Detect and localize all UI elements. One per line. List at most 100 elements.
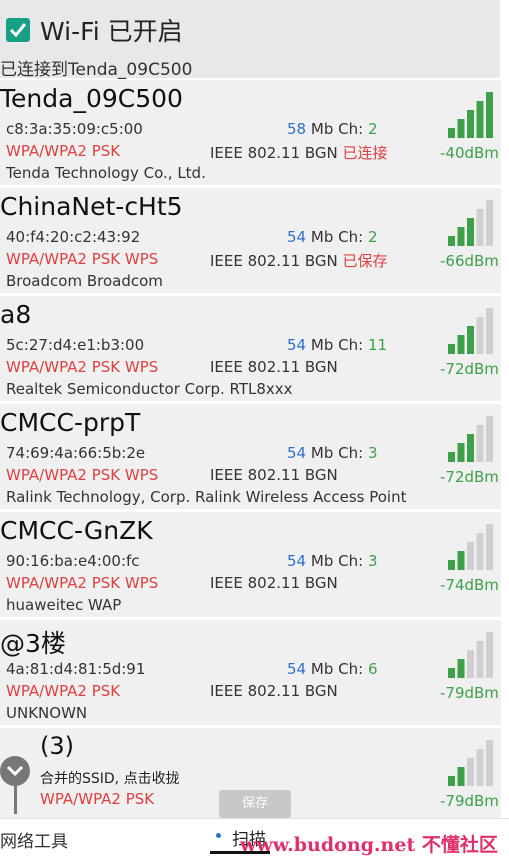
signal-dbm: -74dBm (440, 576, 499, 594)
signal-bar (476, 317, 484, 354)
signal-strength-icon (448, 632, 493, 678)
signal-bar (448, 344, 455, 354)
signal-dbm: -72dBm (440, 360, 499, 378)
wifi-header: Wi-Fi 已开启 已连接到Tenda_09C500 (0, 0, 500, 80)
signal-bar (448, 668, 455, 678)
mac-address: 90:16:ba:e4:00:fc (6, 552, 140, 570)
wifi-toggle[interactable]: Wi-Fi 已开启 (6, 12, 183, 48)
signal-bar (448, 128, 455, 138)
wifi-status-label: Wi-Fi 已开启 (40, 17, 183, 46)
ssid: @3楼 (0, 629, 66, 658)
link-speed: 58 Mb Ch: 2 (287, 120, 378, 138)
signal-strength-icon (448, 740, 493, 786)
network-row[interactable]: CMCC-GnZK 90:16:ba:e4:00:fc 54 Mb Ch: 3 … (0, 512, 501, 620)
signal-dbm: -79dBm (440, 684, 499, 702)
network-row[interactable]: a8 5c:27:d4:e1:b3:00 54 Mb Ch: 11 WPA/WP… (0, 296, 501, 404)
signal-bar (457, 551, 465, 570)
wifi-standard: IEEE 802.11 BGN (210, 358, 338, 376)
save-toast: 保存 (219, 790, 291, 818)
signal-bar (486, 524, 493, 570)
signal-strength-icon (448, 92, 493, 138)
link-speed: 54 Mb Ch: 6 (287, 660, 378, 678)
vendor: UNKNOWN (6, 704, 88, 722)
wifi-checkbox[interactable] (6, 18, 30, 42)
ssid: a8 (0, 300, 32, 329)
mac-address: c8:3a:35:09:c5:00 (6, 120, 143, 138)
signal-bar (457, 335, 465, 354)
signal-bar (476, 101, 484, 138)
signal-bar (486, 740, 493, 786)
ssid: Tenda_09C500 (0, 84, 183, 113)
signal-bar (457, 767, 465, 786)
signal-dbm: -66dBm (440, 252, 499, 270)
check-icon (9, 23, 27, 38)
signal-bar (476, 533, 484, 570)
vendor: huaweitec WAP (6, 596, 122, 614)
connection-state: 已连接 (342, 144, 388, 162)
signal-dbm: -79dBm (440, 792, 499, 810)
signal-bar (476, 749, 484, 786)
wifi-standard: IEEE 802.11 BGN (210, 466, 338, 484)
signal-bar (467, 326, 474, 354)
vendor: Broadcom Broadcom (6, 272, 163, 290)
signal-bar (448, 776, 455, 786)
vendor: Tenda Technology Co., Ltd. (6, 164, 206, 182)
link-speed: 54 Mb Ch: 2 (287, 228, 378, 246)
ssid: ChinaNet-cHt5 (0, 192, 183, 221)
signal-strength-icon (448, 416, 493, 462)
signal-bar (486, 632, 493, 678)
mac-address: 40:f4:20:c2:43:92 (6, 228, 141, 246)
security-type: WPA/WPA2 PSK WPS (6, 250, 159, 268)
mac-address: 74:69:4a:66:5b:2e (6, 444, 146, 462)
network-row[interactable]: CMCC-prpT 74:69:4a:66:5b:2e 54 Mb Ch: 3 … (0, 404, 501, 512)
signal-bar (486, 92, 493, 138)
signal-strength-icon (448, 524, 493, 570)
signal-bar (467, 218, 474, 246)
vendor: Ralink Technology, Corp. Ralink Wireless… (6, 488, 407, 506)
signal-bar (457, 119, 465, 138)
signal-bar (486, 308, 493, 354)
mac-address: 5c:27:d4:e1:b3:00 (6, 336, 145, 354)
signal-bar (448, 452, 455, 462)
network-row[interactable]: Tenda_09C500 c8:3a:35:09:c5:00 58 Mb Ch:… (0, 80, 501, 188)
signal-bar (457, 659, 465, 678)
security-type: WPA/WPA2 PSK (6, 682, 121, 700)
signal-bar (486, 200, 493, 246)
active-dot (216, 833, 221, 838)
tree-line (14, 786, 17, 814)
security-type: WPA/WPA2 PSK WPS (6, 466, 159, 484)
connection-state: 已保存 (342, 252, 388, 270)
signal-bar (457, 443, 465, 462)
vendor: Realtek Semiconductor Corp. RTL8xxx (6, 380, 293, 398)
security-type: WPA/WPA2 PSK WPS (6, 358, 159, 376)
signal-bar (467, 650, 474, 678)
link-speed: 54 Mb Ch: 11 (287, 336, 388, 354)
signal-bar (476, 425, 484, 462)
network-row[interactable]: @3楼 4a:81:d4:81:5d:91 54 Mb Ch: 6 WPA/WP… (0, 620, 501, 728)
wifi-standard: IEEE 802.11 BGN 已保存 (210, 252, 388, 270)
signal-bar (467, 542, 474, 570)
signal-bar (457, 227, 465, 246)
mac-address: 4a:81:d4:81:5d:91 (6, 660, 146, 678)
network-row[interactable]: ChinaNet-cHt5 40:f4:20:c2:43:92 54 Mb Ch… (0, 188, 501, 296)
signal-bar (448, 560, 455, 570)
signal-bar (486, 416, 493, 462)
security-type: WPA/WPA2 PSK (40, 790, 155, 808)
security-type: WPA/WPA2 PSK WPS (6, 574, 159, 592)
signal-bar (467, 758, 474, 786)
wifi-standard: IEEE 802.11 BGN 已连接 (210, 144, 388, 162)
tab-network-tools[interactable]: 网络工具 (0, 827, 68, 852)
collapse-button[interactable] (0, 756, 30, 786)
security-type: WPA/WPA2 PSK (6, 142, 121, 160)
signal-strength-icon (448, 308, 493, 354)
chevron-down-icon (6, 765, 24, 777)
signal-dbm: -72dBm (440, 468, 499, 486)
signal-bar (467, 110, 474, 138)
signal-bar (448, 236, 455, 246)
ssid: CMCC-GnZK (0, 516, 153, 545)
signal-dbm: -40dBm (440, 144, 499, 162)
network-list: Tenda_09C500 c8:3a:35:09:c5:00 58 Mb Ch:… (0, 80, 501, 828)
link-speed: 54 Mb Ch: 3 (287, 552, 378, 570)
signal-bar (476, 641, 484, 678)
signal-bar (476, 209, 484, 246)
